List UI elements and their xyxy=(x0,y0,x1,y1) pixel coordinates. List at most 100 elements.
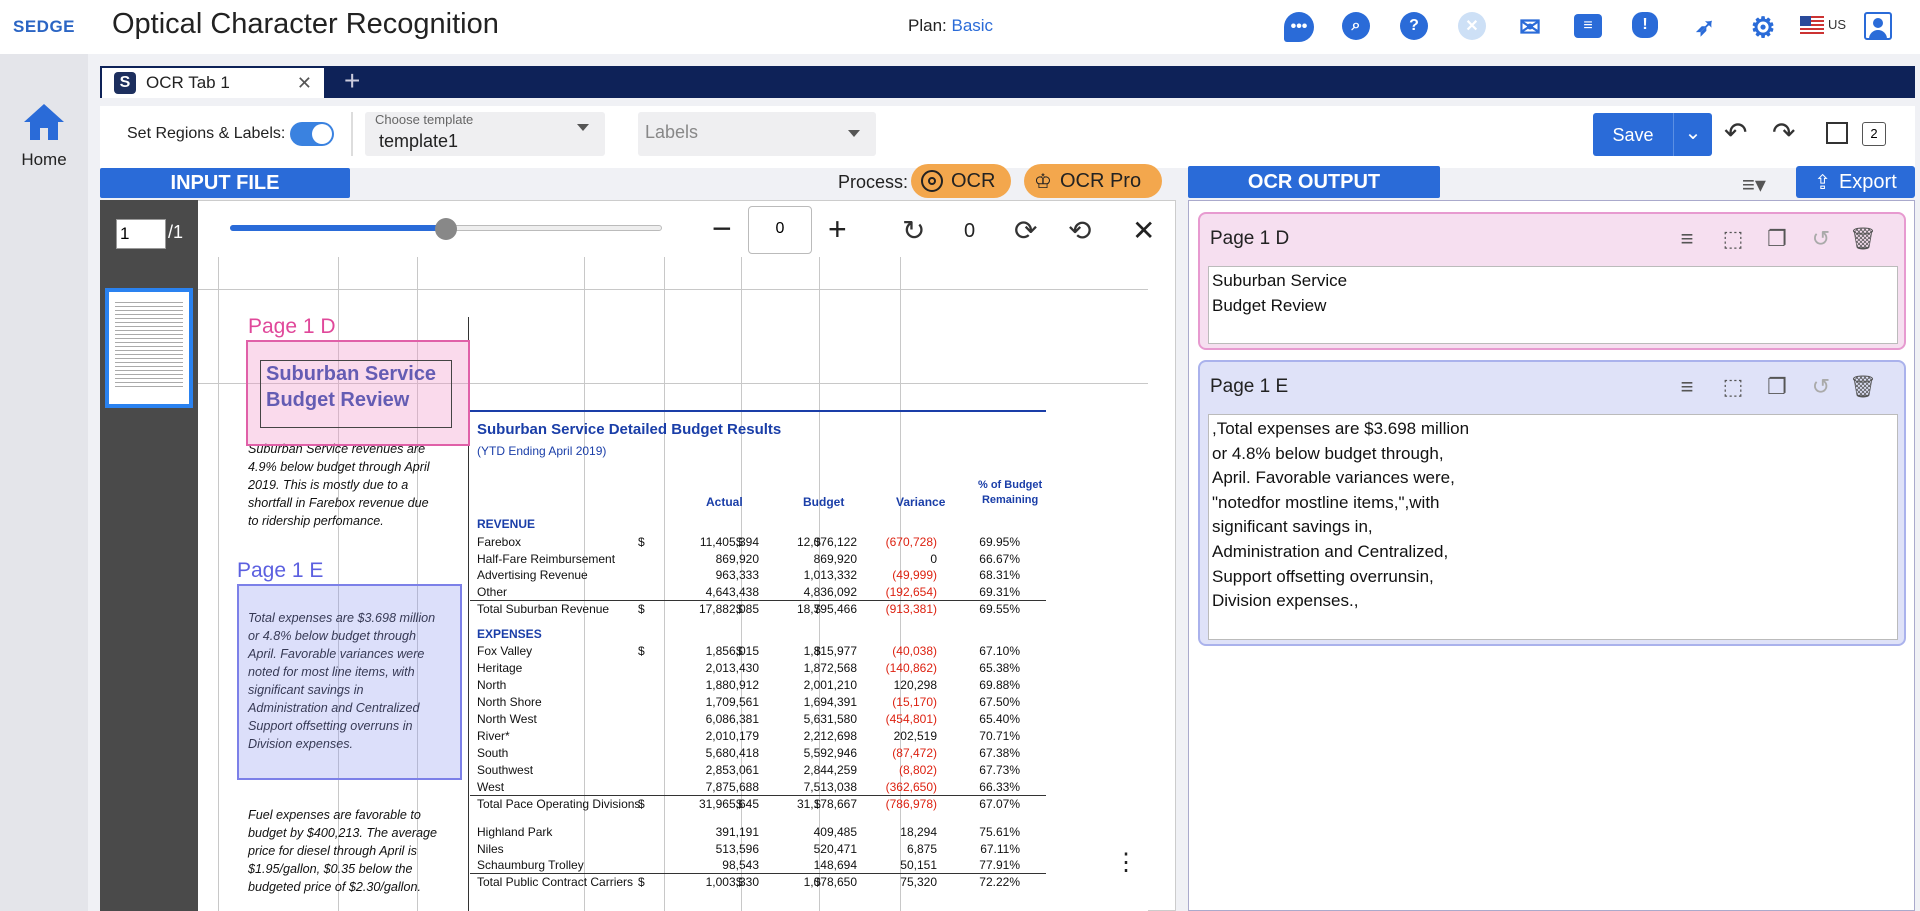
table-budget: 7,513,038 xyxy=(803,780,857,794)
reset-icon[interactable]: ↺ xyxy=(1808,226,1834,252)
plan-label: Plan: xyxy=(908,16,947,35)
table-section-label: EXPENSES xyxy=(477,627,542,641)
copy-icon[interactable]: ❐ xyxy=(1764,374,1790,400)
search-icon[interactable]: ⌕ xyxy=(1342,12,1370,40)
save-button[interactable]: Save ⌄ xyxy=(1593,113,1712,156)
table-actual: 17,882,085 xyxy=(698,602,759,616)
undo-icon[interactable]: ↶ xyxy=(1724,116,1747,149)
table-variance: (15,170) xyxy=(892,695,937,709)
table-row-label: South xyxy=(477,746,509,760)
page-count-badge[interactable]: 2 xyxy=(1862,122,1886,146)
table-variance: 75,320 xyxy=(900,875,937,889)
chat-icon[interactable]: ••• xyxy=(1284,12,1314,42)
align-menu-icon[interactable]: ≡ xyxy=(1674,226,1700,252)
redo-icon[interactable]: ↷ xyxy=(1772,116,1795,149)
zoom-slider-thumb[interactable] xyxy=(435,218,457,240)
table-remaining: 70.71% xyxy=(979,729,1020,743)
table-actual: 391,191 xyxy=(715,825,759,839)
grid-line xyxy=(584,257,585,911)
add-tab-icon[interactable]: + xyxy=(344,66,360,96)
reset-icon[interactable]: ↺ xyxy=(1808,374,1834,400)
mail-icon[interactable]: ✉ xyxy=(1515,12,1545,42)
zoom-slider-fill xyxy=(230,225,446,231)
delete-icon[interactable]: 🗑 xyxy=(1849,374,1877,400)
gear-icon[interactable]: ⚙ xyxy=(1748,12,1778,43)
app-title: Optical Character Recognition xyxy=(112,8,499,40)
rotate-left-icon[interactable]: ⟲ xyxy=(1068,214,1091,247)
more-vert-icon[interactable]: ⋮ xyxy=(1114,851,1138,875)
table-budget: 2,001,210 xyxy=(803,678,857,692)
help-icon[interactable]: ? xyxy=(1400,12,1428,40)
home-icon[interactable] xyxy=(22,100,66,144)
labels-select[interactable]: Labels xyxy=(638,112,876,156)
ocr-button[interactable]: OCR xyxy=(911,164,1011,198)
region-icon[interactable]: ⬚ xyxy=(1720,374,1746,400)
grid-line xyxy=(664,257,665,911)
zoom-out-icon[interactable]: − xyxy=(712,212,732,246)
page-number-input[interactable] xyxy=(116,219,166,249)
card-text[interactable]: Suburban Service Budget Review xyxy=(1208,266,1898,344)
doc-title: Suburban Service Detailed Budget Results xyxy=(477,421,782,438)
table-budget: 409,485 xyxy=(813,825,857,839)
table-budget: 5,631,580 xyxy=(803,712,857,726)
table-variance: (192,654) xyxy=(885,585,937,599)
table-row-label: River* xyxy=(477,729,510,743)
table-currency: $ xyxy=(814,602,821,616)
table-actual: 7,875,688 xyxy=(705,780,759,794)
table-remaining: 65.38% xyxy=(979,661,1020,675)
rocket-icon[interactable]: ➶ xyxy=(1690,12,1720,42)
rotate-icon[interactable]: ↻ xyxy=(902,214,925,247)
table-currency: $ xyxy=(736,602,743,616)
align-menu-icon[interactable]: ≡ xyxy=(1674,374,1700,400)
table-variance: 120,298 xyxy=(893,678,937,692)
export-button[interactable]: ⇪ Export xyxy=(1796,166,1915,198)
plan-indicator: Plan: Basic xyxy=(908,16,993,36)
table-budget: 1,078,650 xyxy=(803,875,857,889)
user-icon[interactable] xyxy=(1864,12,1892,40)
table-variance: (362,650) xyxy=(885,780,937,794)
template-select[interactable]: Choose template template1 xyxy=(365,112,605,156)
table-actual: 98,543 xyxy=(722,858,759,872)
zoom-input[interactable]: 0 xyxy=(748,206,812,254)
region-d-label: Page 1 D xyxy=(248,315,336,338)
save-label: Save xyxy=(1612,125,1654,145)
save-menu-chevron-icon[interactable]: ⌄ xyxy=(1679,123,1707,143)
page-thumbnail[interactable] xyxy=(105,288,193,408)
regions-toggle[interactable] xyxy=(290,122,334,146)
tab-close-icon[interactable]: ✕ xyxy=(297,73,312,94)
copy-icon[interactable]: ❐ xyxy=(1764,226,1790,252)
table-actual: 1,003,330 xyxy=(705,875,759,889)
close-viewer-icon[interactable]: ✕ xyxy=(1132,214,1155,247)
region-e-label: Page 1 E xyxy=(237,559,324,582)
table-variance: 50,151 xyxy=(900,858,937,872)
table-row-label: Niles xyxy=(477,842,504,856)
region-select-icon[interactable] xyxy=(1826,122,1848,144)
table-row-label: Highland Park xyxy=(477,825,553,839)
document-viewer[interactable]: Suburban Service revenues are 4.9% below… xyxy=(198,257,1148,911)
messages-icon[interactable]: ≡ xyxy=(1574,14,1602,38)
region-page-1-e[interactable] xyxy=(237,584,462,780)
home-label[interactable]: Home xyxy=(0,150,88,170)
flag-icon[interactable] xyxy=(1800,16,1824,34)
table-actual: 869,920 xyxy=(715,552,759,566)
ocr-pro-button[interactable]: ♔ OCR Pro xyxy=(1024,164,1162,198)
locale-label[interactable]: US xyxy=(1828,17,1846,32)
table-remaining: 68.31% xyxy=(979,568,1020,582)
table-row-label: West xyxy=(477,780,505,794)
region-icon[interactable]: ⬚ xyxy=(1720,226,1746,252)
delete-icon[interactable]: 🗑 xyxy=(1849,226,1877,252)
alert-icon[interactable]: ! xyxy=(1632,12,1658,38)
table-row-label: Southwest xyxy=(477,763,534,777)
region-page-1-d[interactable] xyxy=(246,340,470,446)
tab-ocr-1[interactable]: S OCR Tab 1 ✕ xyxy=(102,68,324,98)
zoom-in-icon[interactable]: + xyxy=(828,212,847,246)
table-currency: $ xyxy=(638,797,645,811)
grid-line xyxy=(741,257,742,911)
align-menu-icon[interactable]: ≡▾ xyxy=(1742,172,1766,198)
close-icon[interactable]: ✕ xyxy=(1458,12,1486,40)
brand-logo[interactable]: SEDGE xyxy=(0,0,88,54)
card-text[interactable]: ,Total expenses are $3.698 million or 4.… xyxy=(1208,414,1898,640)
plan-value[interactable]: Basic xyxy=(951,16,993,35)
rotate-right-icon[interactable]: ⟳ xyxy=(1014,214,1037,247)
table-variance: (786,978) xyxy=(885,797,937,811)
